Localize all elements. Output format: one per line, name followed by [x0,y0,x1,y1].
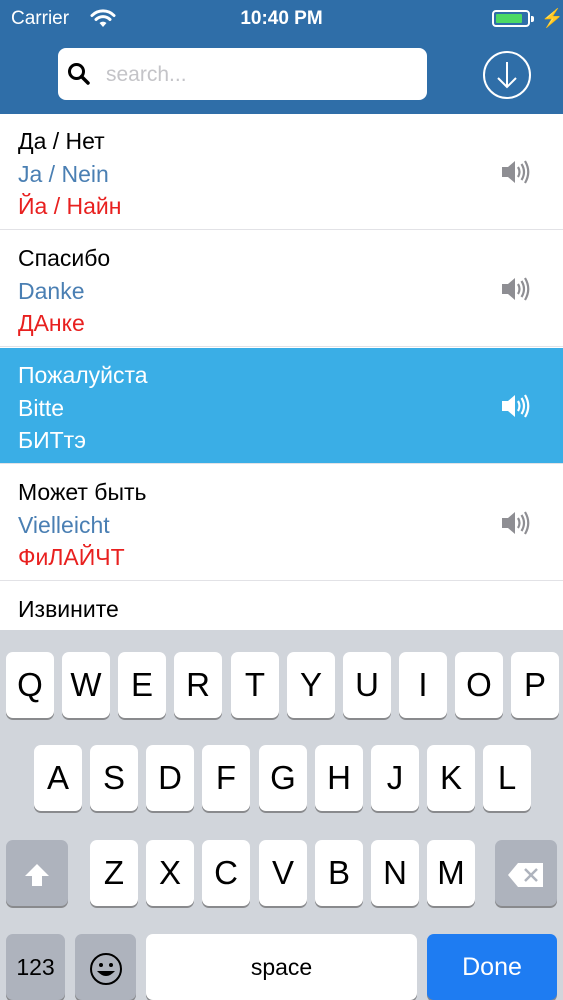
key-p[interactable]: P [511,652,559,718]
key-l[interactable]: L [483,745,531,811]
clock: 10:40 PM [240,8,323,29]
key-v[interactable]: V [259,840,307,906]
pronunciation-text: ФиЛАЙЧТ [18,544,125,570]
phrase-row-selected[interactable]: Пожалуйста Bitte БИТтэ [0,348,563,464]
key-u[interactable]: U [343,652,391,718]
download-icon [483,51,531,99]
search-input[interactable] [104,56,418,94]
phrase-row[interactable]: Может быть Vielleicht ФиЛАЙЧТ [0,465,563,581]
key-f[interactable]: F [202,745,250,811]
key-j[interactable]: J [371,745,419,811]
speaker-icon[interactable] [500,158,530,191]
key-s[interactable]: S [90,745,138,811]
numbers-key[interactable]: 123 [6,934,65,1000]
german-text: Bitte [18,395,65,421]
speaker-icon[interactable] [500,509,530,542]
space-key[interactable]: space [146,934,417,1000]
key-a[interactable]: A [34,745,82,811]
key-n[interactable]: N [371,840,419,906]
russian-text: Спасибо [18,245,111,271]
key-d[interactable]: D [146,745,194,811]
key-q[interactable]: Q [6,652,54,718]
speaker-icon[interactable] [500,275,530,308]
key-o[interactable]: O [455,652,503,718]
shift-key[interactable] [6,840,68,906]
key-m[interactable]: M [427,840,475,906]
russian-text: Пожалуйста [18,362,148,388]
shift-icon [25,864,49,887]
german-text: Ja / Nein [18,161,109,187]
russian-text: Извините [18,596,119,622]
key-x[interactable]: X [146,840,194,906]
key-g[interactable]: G [259,745,307,811]
key-r[interactable]: R [174,652,222,718]
navigation-bar: Carrier 10:40 PM ⚡ [0,0,563,114]
key-w[interactable]: W [62,652,110,718]
keyboard: Q W E R T Y U I O P A S D F G H J K L Z … [0,630,563,1000]
download-button[interactable] [482,50,532,105]
pronunciation-text: ДАнке [18,310,85,336]
charging-icon: ⚡ [541,8,563,28]
phrase-row[interactable]: Спасибо Danke ДАнке [0,231,563,347]
emoji-key[interactable] [75,934,136,1000]
german-text: Vielleicht [18,512,110,538]
key-i[interactable]: I [399,652,447,718]
key-b[interactable]: B [315,840,363,906]
phrase-row[interactable]: Извините [0,582,563,630]
key-t[interactable]: T [231,652,279,718]
pronunciation-text: БИТтэ [18,427,86,453]
key-k[interactable]: K [427,745,475,811]
pronunciation-text: Йа / Найн [18,193,122,219]
german-text: Danke [18,278,85,304]
key-e[interactable]: E [118,652,166,718]
phrase-row[interactable]: Да / Нет Ja / Nein Йа / Найн [0,114,563,230]
emoji-icon [89,953,122,986]
battery-icon [492,10,534,27]
speaker-icon[interactable] [500,392,530,425]
key-y[interactable]: Y [287,652,335,718]
russian-text: Может быть [18,479,147,505]
status-bar: Carrier 10:40 PM ⚡ [0,0,563,38]
russian-text: Да / Нет [18,128,105,154]
key-c[interactable]: C [202,840,250,906]
done-key[interactable]: Done [427,934,557,1000]
backspace-key[interactable] [495,840,557,906]
key-h[interactable]: H [315,745,363,811]
search-bar[interactable] [58,48,427,100]
backspace-icon [508,863,543,888]
search-icon [66,61,92,92]
phrase-list: Да / Нет Ja / Nein Йа / Найн Спасибо Dan… [0,114,563,630]
key-z[interactable]: Z [90,840,138,906]
